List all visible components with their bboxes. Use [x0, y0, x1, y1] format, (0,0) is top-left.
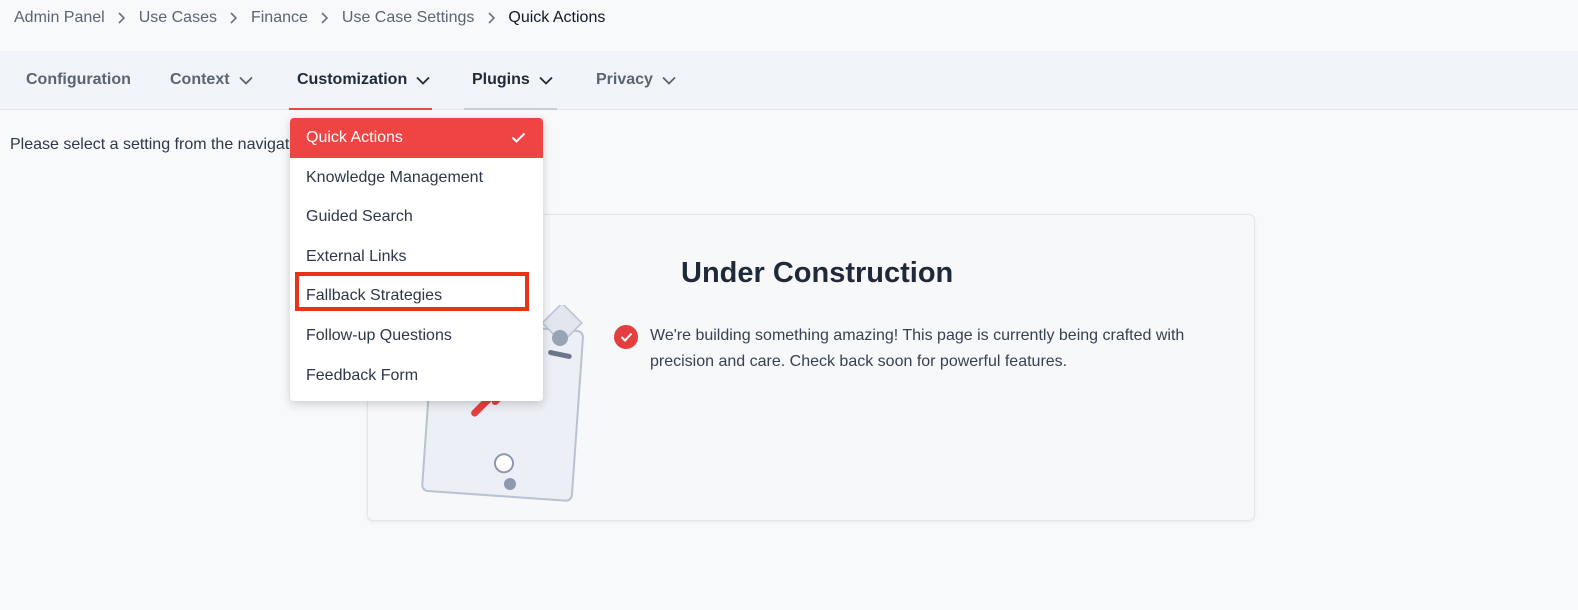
- customization-dropdown-menu: Quick Actions Knowledge Management Guide…: [290, 118, 543, 401]
- menu-item-feedback-form[interactable]: Feedback Form: [290, 356, 543, 396]
- chevron-right-icon: [484, 12, 498, 24]
- menu-item-label: Quick Actions: [306, 129, 403, 146]
- tab-context[interactable]: Context: [170, 51, 253, 109]
- tab-plugins[interactable]: Plugins: [472, 51, 553, 109]
- menu-item-external-links[interactable]: External Links: [290, 237, 543, 277]
- chevron-down-icon: [416, 76, 430, 85]
- chevron-down-icon: [238, 76, 253, 85]
- chevron-right-icon: [318, 12, 332, 24]
- chevron-right-icon: [115, 12, 129, 24]
- card-description: We're building something amazing! This p…: [650, 327, 1185, 370]
- tab-customization[interactable]: Customization: [297, 51, 430, 109]
- breadcrumb-finance[interactable]: Finance: [251, 9, 308, 27]
- chevron-down-icon: [662, 76, 676, 85]
- settings-tab-bar: Configuration Context Customization Plug…: [0, 51, 1578, 110]
- chevron-right-icon: [227, 12, 241, 24]
- menu-item-label: Knowledge Management: [306, 169, 484, 186]
- card-title: Under Construction: [681, 257, 954, 289]
- tab-label: Context: [170, 71, 230, 88]
- menu-item-knowledge-management[interactable]: Knowledge Management: [290, 158, 543, 198]
- check-icon: [511, 132, 526, 143]
- tab-configuration[interactable]: Configuration: [26, 51, 131, 109]
- breadcrumb-admin-panel[interactable]: Admin Panel: [14, 9, 105, 27]
- menu-item-guided-search[interactable]: Guided Search: [290, 197, 543, 237]
- tab-label: Configuration: [26, 71, 131, 88]
- tab-label: Customization: [297, 71, 408, 88]
- menu-item-label: Feedback Form: [306, 367, 419, 384]
- breadcrumb: Admin Panel Use Cases Finance Use Case S…: [14, 8, 605, 28]
- active-tab-indicator: [289, 108, 432, 110]
- menu-item-quick-actions[interactable]: Quick Actions: [290, 118, 543, 158]
- chevron-down-icon: [539, 76, 553, 85]
- breadcrumb-use-case-settings[interactable]: Use Case Settings: [342, 9, 475, 27]
- menu-item-label: Follow-up Questions: [306, 327, 452, 344]
- menu-item-follow-up-questions[interactable]: Follow-up Questions: [290, 316, 543, 356]
- breadcrumb-use-cases[interactable]: Use Cases: [139, 9, 217, 27]
- breadcrumb-quick-actions: Quick Actions: [508, 9, 606, 26]
- menu-item-label: Fallback Strategies: [306, 287, 443, 304]
- tab-privacy[interactable]: Privacy: [596, 51, 676, 109]
- hover-tab-indicator: [464, 108, 557, 110]
- tab-label: Privacy: [596, 71, 653, 88]
- menu-item-label: Guided Search: [306, 208, 413, 225]
- menu-item-fallback-strategies[interactable]: Fallback Strategies: [290, 276, 543, 316]
- menu-item-label: External Links: [306, 248, 407, 265]
- tab-label: Plugins: [472, 71, 530, 88]
- check-circle-icon: [614, 325, 638, 349]
